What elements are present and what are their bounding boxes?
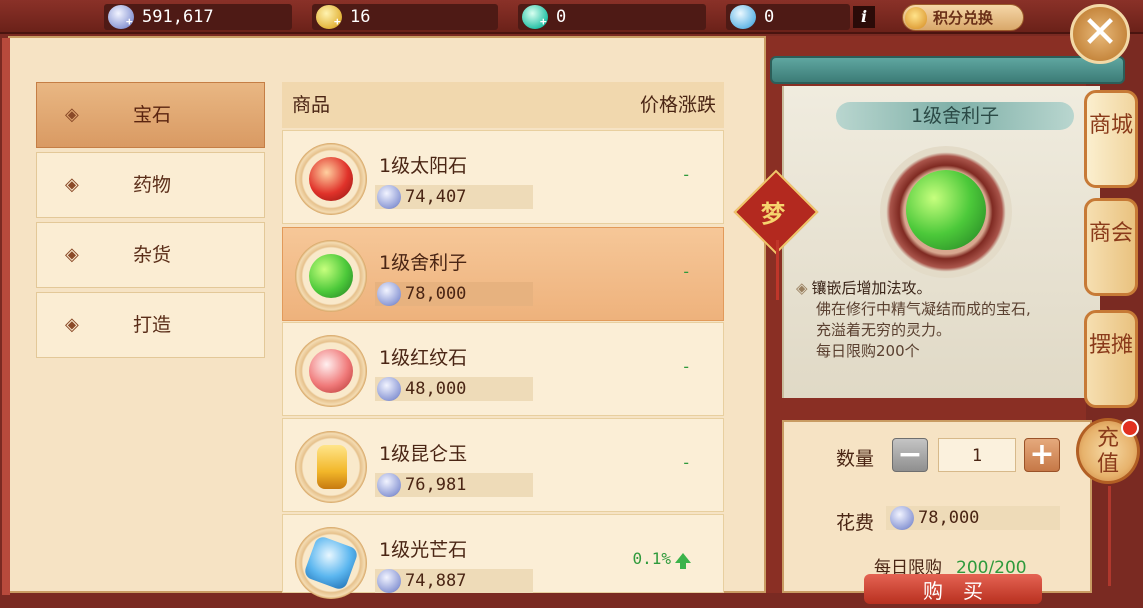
points-exchange-label: 积分兑换 [933,9,994,27]
blue-gem-value: 0 [764,7,775,27]
column-item-header: 商品 [292,94,331,116]
silver-coin-value: 591,617 [142,7,214,27]
list-item[interactable]: 1级舍利子 78,000 - [282,227,724,321]
item-price: 74,407 [375,185,533,209]
item-price-value: 78,000 [405,284,467,304]
item-price: 74,887 [375,569,533,593]
price-change: - [681,357,691,376]
diamond-icon: ◈ [65,104,79,125]
quantity-label: 数量 [836,448,875,470]
price-change: - [681,453,691,472]
item-list-header: 商品 价格涨跌 [282,82,724,128]
jade-value: 0 [556,7,567,27]
item-name: 1级光芒石 [379,539,468,561]
sarira-icon [906,170,986,250]
item-name: 1级太阳石 [379,155,468,177]
detail-title: 1级舍利子 [836,102,1074,130]
red-pattern-stone-icon [309,349,353,393]
plus-icon[interactable]: + [126,16,133,27]
cost-value: 78,000 [886,506,1060,530]
silver-coin-icon [377,282,401,306]
category-label: 杂货 [133,244,172,266]
item-name: 1级红纹石 [379,347,468,369]
close-button[interactable]: ✕ [1070,4,1130,64]
category-label: 宝石 [133,104,172,126]
points-exchange-button[interactable]: 积分兑换 [902,4,1024,31]
cost-label: 花费 [836,512,875,534]
price-change: - [681,165,691,184]
cost-amount: 78,000 [918,508,980,528]
money-bag-icon [905,7,927,29]
list-item[interactable]: 1级昆仑玉 76,981 - [282,418,724,512]
category-label: 打造 [133,314,172,336]
list-item[interactable]: 1级红纹石 48,000 - [282,322,724,416]
notification-dot [1121,419,1139,437]
item-price: 78,000 [375,282,533,306]
diamond-icon: ◈ [65,174,79,195]
blue-gem-icon [730,5,756,29]
diamond-icon: ◈ [65,314,79,335]
category-gem[interactable]: ◈ 宝石 [36,82,265,148]
item-price-value: 74,887 [405,571,467,591]
tassel-ornament [1108,486,1111,586]
knot-character: 梦 [761,200,785,228]
list-item[interactable]: 1级光芒石 74,887 0.1% [282,514,724,599]
diamond-icon: ◈ [796,279,808,297]
recharge-button[interactable]: 充值 [1076,418,1140,484]
blue-gem-resource[interactable]: 0 [726,4,850,30]
category-medicine[interactable]: ◈ 药物 [36,152,265,218]
item-price-value: 48,000 [405,379,467,399]
increase-button[interactable]: + [1024,438,1060,472]
tab-stall[interactable]: 摆摊 [1084,310,1138,408]
recharge-label: 充值 [1096,426,1119,477]
category-label: 药物 [133,174,172,196]
tab-mall[interactable]: 商城 [1084,90,1138,188]
sun-stone-icon [309,157,353,201]
arrow-up-icon [675,552,691,569]
sarira-icon [309,254,353,298]
silver-coin-icon [890,506,914,530]
decrease-button[interactable]: − [892,438,928,472]
item-price-value: 76,981 [405,475,467,495]
gold-coin-value: 16 [350,7,371,27]
buy-button[interactable]: 购买 [864,574,1042,604]
plus-icon[interactable]: + [334,16,341,27]
item-name: 1级舍利子 [379,252,468,274]
item-description: ◈ 镶嵌后增加法攻。 佛在修行中精气凝结而成的宝石, 充溢着无穷的灵力。 每日限购… [796,278,1088,362]
desc-line: 充溢着无穷的灵力。 [816,321,952,339]
item-name: 1级昆仑玉 [379,443,468,465]
quantity-input[interactable]: 1 [938,438,1016,472]
tab-chamber[interactable]: 商会 [1084,198,1138,296]
price-change: 0.1% [632,549,691,569]
info-button[interactable]: i [853,6,875,28]
silver-coin-resource[interactable]: + 591,617 [104,4,292,30]
silver-coin-icon [377,569,401,593]
plus-icon[interactable]: + [540,16,547,27]
kunlun-jade-icon [317,445,347,489]
diamond-icon: ◈ [65,244,79,265]
price-change-value: 0.1% [632,549,671,568]
category-forge[interactable]: ◈ 打造 [36,292,265,358]
desc-lead-text: 镶嵌后增加法攻。 [811,279,932,297]
desc-lead: ◈ 镶嵌后增加法攻。 [796,278,1088,299]
silver-coin-icon [377,185,401,209]
gold-coin-resource[interactable]: + 16 [312,4,498,30]
silver-coin-icon [377,473,401,497]
item-price: 76,981 [375,473,533,497]
top-resource-bar: + 591,617 + 16 + 0 0 i 积分兑换 [0,0,1143,34]
desc-line: 佛在修行中精气凝结而成的宝石, [816,300,1031,318]
price-change: - [681,262,691,281]
desc-line: 每日限购200个 [816,342,920,360]
list-item[interactable]: 1级太阳石 74,407 - [282,130,724,224]
tassel-ornament [776,240,779,300]
item-price: 48,000 [375,377,533,401]
item-price-value: 74,407 [405,187,467,207]
scroll-rod [770,56,1125,84]
silver-coin-icon [377,377,401,401]
column-change-header: 价格涨跌 [639,94,716,116]
jade-resource[interactable]: + 0 [518,4,706,30]
category-goods[interactable]: ◈ 杂货 [36,222,265,288]
